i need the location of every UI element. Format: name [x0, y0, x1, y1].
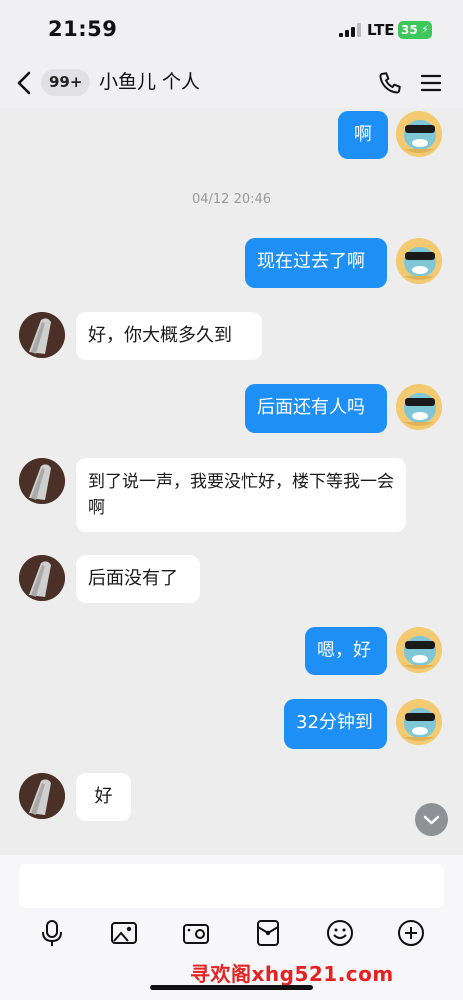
network-label: LTE [367, 21, 395, 39]
self-avatar[interactable] [396, 699, 442, 745]
plus-icon[interactable] [396, 918, 426, 948]
unread-count-badge[interactable]: 99+ [41, 69, 91, 96]
status-time: 21:59 [48, 17, 118, 41]
message-text: 好 [94, 786, 113, 807]
contact-avatar[interactable] [19, 555, 65, 601]
home-indicator[interactable] [150, 985, 313, 990]
contact-photo-icon [19, 555, 65, 601]
battery-icon: 35 ⚡ [398, 21, 432, 39]
outgoing-message[interactable]: 现在过去了啊 [245, 238, 387, 288]
contact-photo-icon [19, 312, 65, 358]
contact-avatar[interactable] [19, 312, 65, 358]
back-arrow-icon[interactable] [14, 70, 34, 96]
message-text: 32分钟到 [296, 712, 373, 733]
input-area: 寻欢阁xhg521.com [0, 855, 463, 1000]
incoming-message[interactable]: 好 [76, 773, 131, 821]
status-bar: 21:59 LTE 35 ⚡ [0, 0, 463, 58]
chat-header: 99+ 小鱼儿 个人 [0, 58, 463, 108]
mic-icon[interactable] [37, 918, 67, 948]
camera-icon[interactable] [181, 918, 211, 948]
image-icon[interactable] [109, 918, 139, 948]
squirtle-avatar-icon [396, 111, 442, 157]
message-text: 现在过去了啊 [257, 251, 365, 272]
charging-icon: ⚡ [421, 23, 429, 36]
message-input[interactable] [19, 864, 444, 908]
squirtle-avatar-icon [396, 699, 442, 745]
scroll-to-bottom-button[interactable] [415, 803, 448, 836]
self-avatar[interactable] [396, 111, 442, 157]
watermark-text: 寻欢阁xhg521.com [190, 962, 394, 986]
contact-avatar[interactable] [19, 458, 65, 504]
message-text: 后面没有了 [88, 568, 178, 589]
red-packet-icon[interactable] [253, 918, 283, 948]
squirtle-avatar-icon [396, 238, 442, 284]
message-text: 嗯，好 [317, 640, 371, 661]
message-text: 到了说一声，我要没忙好，楼下等我一会啊 [88, 472, 394, 518]
phone-call-icon[interactable] [377, 70, 403, 96]
self-avatar[interactable] [396, 627, 442, 673]
outgoing-message[interactable]: 嗯，好 [305, 627, 387, 675]
incoming-message[interactable]: 到了说一声，我要没忙好，楼下等我一会啊 [76, 458, 406, 532]
squirtle-avatar-icon [396, 627, 442, 673]
squirtle-avatar-icon [396, 384, 442, 430]
contact-photo-icon [19, 773, 65, 819]
contact-avatar[interactable] [19, 773, 65, 819]
battery-level: 35 [401, 23, 418, 37]
contact-photo-icon [19, 458, 65, 504]
outgoing-message[interactable]: 后面还有人吗 [245, 384, 387, 433]
emoji-icon[interactable] [325, 918, 355, 948]
signal-icon [339, 23, 361, 37]
message-list[interactable]: 啊 04/12 20:46 现在过去了啊 好，你大概多久到 后面还有人吗 到了说… [0, 108, 463, 855]
self-avatar[interactable] [396, 384, 442, 430]
chat-title: 小鱼儿 个人 [99, 71, 201, 93]
message-text: 啊 [354, 124, 372, 145]
incoming-message[interactable]: 后面没有了 [76, 555, 200, 603]
self-avatar[interactable] [396, 238, 442, 284]
outgoing-message[interactable]: 啊 [338, 111, 388, 159]
chevron-down-icon [423, 815, 440, 825]
incoming-message[interactable]: 好，你大概多久到 [76, 312, 262, 360]
message-timestamp: 04/12 20:46 [191, 192, 272, 207]
message-text: 后面还有人吗 [257, 397, 365, 418]
message-text: 好，你大概多久到 [88, 325, 232, 346]
menu-icon[interactable] [420, 72, 442, 94]
outgoing-message[interactable]: 32分钟到 [284, 699, 387, 749]
